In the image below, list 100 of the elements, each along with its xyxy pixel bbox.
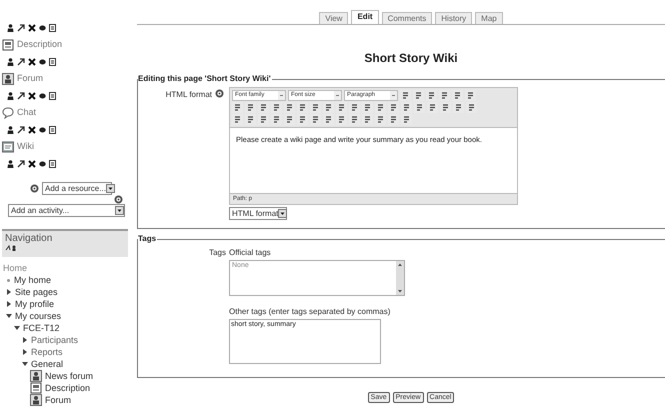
collapsed-arrow-icon[interactable]: [22, 349, 28, 355]
toolbar-icon[interactable]: [439, 90, 450, 101]
person-icon[interactable]: [7, 126, 14, 134]
tree-item[interactable]: Reports: [31, 346, 63, 358]
tab[interactable]: View: [319, 12, 348, 24]
activity-link[interactable]: Description: [17, 38, 62, 52]
toolbar-icon[interactable]: [258, 114, 269, 125]
toolbar-icon[interactable]: [349, 102, 360, 113]
arrow-icon[interactable]: [17, 92, 25, 100]
toolbar-icon[interactable]: [362, 114, 373, 125]
toolbar-icon[interactable]: [452, 90, 463, 101]
toolbar-icon[interactable]: [310, 114, 321, 125]
toolbar-icon[interactable]: [336, 114, 347, 125]
toolbar-icon[interactable]: [297, 114, 308, 125]
toolbar-icon[interactable]: [310, 102, 321, 113]
page-title: Short Story Wiki: [363, 50, 458, 67]
toolbar-icon[interactable]: [245, 114, 256, 125]
page-icon: [30, 382, 42, 394]
tab[interactable]: Map: [475, 12, 503, 24]
arrow-icon[interactable]: [17, 58, 25, 66]
toolbar-icon[interactable]: [271, 114, 282, 125]
scrollbar-icon: [396, 261, 404, 295]
toolbar-icon[interactable]: [466, 102, 477, 113]
tree-item[interactable]: General: [31, 358, 64, 370]
toolbar-icon[interactable]: [465, 90, 476, 101]
collapsed-arrow-icon[interactable]: [22, 337, 28, 343]
delete-icon[interactable]: [28, 126, 36, 134]
toolbar-icon[interactable]: [388, 114, 399, 125]
toolbar-icon[interactable]: [232, 102, 243, 113]
activity-link[interactable]: Wiki: [17, 140, 34, 154]
toolbar-icon[interactable]: [323, 102, 334, 113]
help-icon[interactable]: [114, 195, 123, 204]
tab[interactable]: Comments: [382, 12, 432, 24]
tree-item[interactable]: My home: [14, 274, 52, 286]
toolbar-icon[interactable]: [284, 102, 295, 113]
toolbar-icon[interactable]: [245, 102, 256, 113]
toolbar-icon[interactable]: [258, 102, 269, 113]
delete-icon[interactable]: [28, 58, 36, 66]
toolbar-icon[interactable]: [362, 102, 373, 113]
toolbar-icon[interactable]: [271, 102, 282, 113]
tree-item[interactable]: Description: [45, 382, 90, 394]
expanded-arrow-icon[interactable]: [6, 313, 12, 319]
person-icon[interactable]: [7, 58, 14, 66]
navigation-title: Navigation: [5, 233, 54, 245]
collapsed-arrow-icon[interactable]: [6, 289, 12, 295]
arrow-icon[interactable]: [17, 24, 25, 32]
toolbar-icon[interactable]: [401, 102, 412, 113]
help-icon[interactable]: [215, 89, 224, 98]
person-icon[interactable]: [7, 92, 14, 100]
activity-link[interactable]: Forum: [17, 72, 44, 86]
delete-icon[interactable]: [28, 24, 36, 32]
eye-icon[interactable]: [39, 160, 46, 166]
tab[interactable]: Edit: [351, 10, 379, 24]
person-icon[interactable]: [7, 160, 14, 168]
tree-item[interactable]: My profile: [15, 298, 54, 310]
toolbar-icon[interactable]: [401, 114, 412, 125]
expanded-arrow-icon[interactable]: [22, 361, 28, 367]
tree-item[interactable]: Forum: [45, 394, 72, 406]
tree-item[interactable]: News forum: [45, 370, 94, 382]
toolbar-icon[interactable]: [232, 114, 243, 125]
eye-icon[interactable]: [39, 24, 46, 30]
arrow-icon[interactable]: [17, 160, 25, 168]
toolbar-icon[interactable]: [426, 90, 437, 101]
eye-icon[interactable]: [39, 126, 46, 132]
arrow-icon[interactable]: [17, 126, 25, 134]
toolbar-icon[interactable]: [427, 102, 438, 113]
tree-item[interactable]: Home: [3, 262, 130, 274]
field-label: Other tags (enter tags separated by commas): [229, 306, 392, 318]
eye-icon[interactable]: [39, 58, 46, 64]
help-icon[interactable]: [30, 184, 39, 193]
person-icon[interactable]: [7, 24, 14, 32]
toolbar-icon[interactable]: [349, 114, 360, 125]
toolbar-icon[interactable]: [440, 102, 451, 113]
toolbar-icon[interactable]: [388, 102, 399, 113]
delete-icon[interactable]: [28, 160, 36, 168]
toolbar-icon[interactable]: [400, 90, 411, 101]
tree-item[interactable]: Site pages: [15, 286, 58, 298]
activity-dropdown[interactable]: Add an activity...: [8, 204, 125, 217]
tree-item[interactable]: My courses: [15, 310, 62, 322]
toolbar-icon[interactable]: [375, 114, 386, 125]
toolbar-icon[interactable]: [336, 102, 347, 113]
toolbar-icon[interactable]: [284, 114, 295, 125]
tree-item[interactable]: Participants: [31, 334, 78, 346]
block-controls-icon[interactable]: [5, 245, 17, 251]
tab[interactable]: History: [435, 12, 472, 24]
collapsed-arrow-icon[interactable]: [6, 301, 12, 307]
eye-icon[interactable]: [39, 92, 46, 98]
activity-link[interactable]: Chat: [17, 106, 36, 120]
format-dropdown[interactable]: HTML format: [229, 207, 287, 220]
toolbar-icon[interactable]: [453, 102, 464, 113]
delete-icon[interactable]: [28, 92, 36, 100]
toolbar-icon[interactable]: [413, 90, 424, 101]
section-legend: Tags: [138, 233, 158, 245]
toolbar-icon[interactable]: [297, 102, 308, 113]
toolbar-icon[interactable]: [414, 102, 425, 113]
resource-dropdown[interactable]: Add a resource...: [42, 182, 112, 195]
expanded-arrow-icon[interactable]: [14, 325, 20, 331]
toolbar-icon[interactable]: [375, 102, 386, 113]
tree-item[interactable]: FCE-T12: [23, 322, 60, 334]
toolbar-icon[interactable]: [323, 114, 334, 125]
